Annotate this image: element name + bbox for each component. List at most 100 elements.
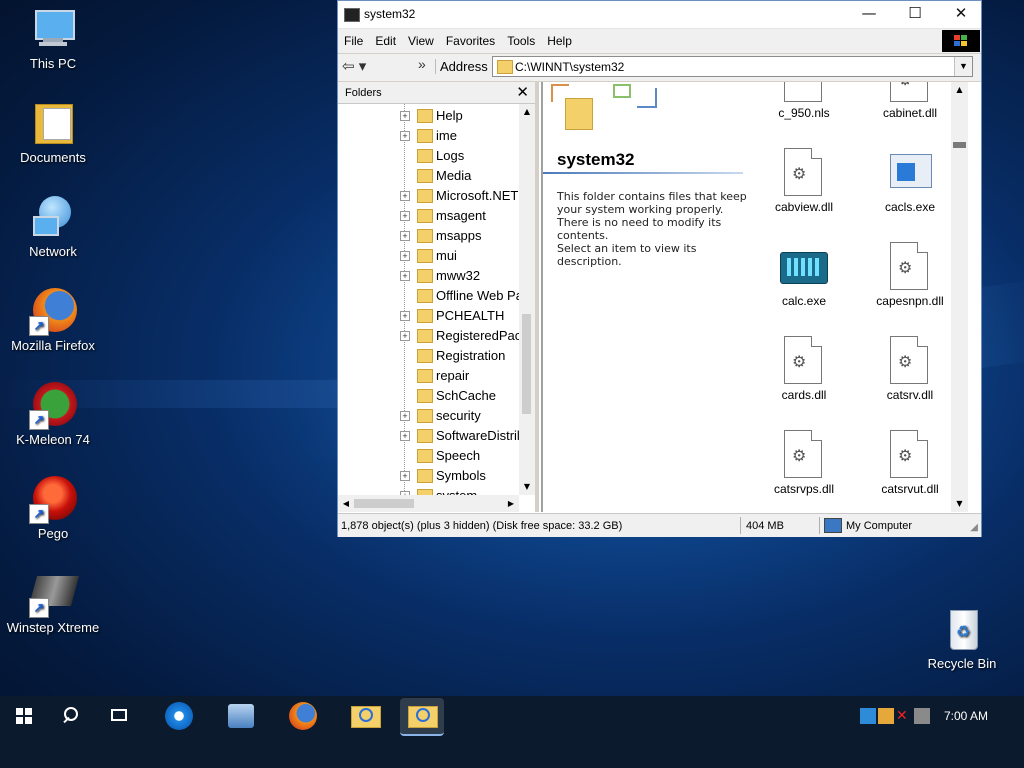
tree-item-label: mui (436, 248, 457, 263)
desktop-icon-label: Pego (37, 526, 69, 541)
taskbar-internet-explorer[interactable] (161, 700, 197, 732)
expand-icon[interactable]: + (400, 271, 410, 281)
file-item[interactable]: ⚙ cabinet.dll (855, 82, 965, 120)
desktop-icon-recycle-bin[interactable]: ♻ Recycle Bin (912, 606, 1012, 672)
taskbar-file-search[interactable] (347, 700, 383, 732)
folders-horizontal-scrollbar[interactable]: ◀ ▶ (338, 495, 519, 512)
tree-item[interactable]: + PCHEALTH (338, 306, 519, 326)
expand-icon[interactable]: + (400, 431, 410, 441)
folders-vertical-scrollbar[interactable]: ▲ ▼ (519, 104, 535, 495)
task-view-button[interactable] (96, 696, 144, 736)
expand-icon[interactable]: + (400, 251, 410, 261)
desktop-icon-k-meleon[interactable]: ↗ K-Meleon 74 (3, 382, 103, 448)
scrollbar-thumb[interactable] (953, 142, 966, 148)
minimize-button[interactable]: — (846, 1, 892, 27)
tree-item[interactable]: + mui (338, 246, 519, 266)
menu-tools[interactable]: Tools (501, 29, 541, 53)
tree-item[interactable]: +system (338, 486, 519, 495)
resize-grip-icon[interactable]: ◢ (970, 522, 978, 533)
tree-item[interactable]: Media (338, 166, 519, 186)
tree-item[interactable]: + SoftwareDistril (338, 426, 519, 446)
address-dropdown-button[interactable]: ▼ (954, 57, 972, 76)
file-item[interactable]: c_950.nls (749, 82, 859, 120)
tree-item[interactable]: repair (338, 366, 519, 386)
scroll-down-arrow-icon[interactable]: ▼ (951, 496, 968, 512)
tree-item[interactable]: SchCache (338, 386, 519, 406)
expand-icon[interactable]: + (400, 311, 410, 321)
tree-item[interactable]: + mww32 (338, 266, 519, 286)
file-item[interactable]: ⚙ cards.dll (749, 336, 859, 402)
tree-item[interactable]: + ime (338, 126, 519, 146)
desktop-icon-winstep[interactable]: ↗ Winstep Xtreme (3, 570, 103, 636)
file-item[interactable]: calc.exe (749, 242, 859, 308)
search-button[interactable] (48, 696, 96, 736)
expand-icon[interactable]: + (400, 211, 410, 221)
start-button[interactable] (0, 696, 48, 736)
file-item[interactable]: ⚙ cabview.dll (749, 148, 859, 214)
scroll-left-arrow-icon[interactable]: ◀ (338, 495, 354, 512)
desktop-icon-network[interactable]: Network (3, 194, 103, 260)
tree-item[interactable]: + msagent (338, 206, 519, 226)
menu-view[interactable]: View (402, 29, 440, 53)
scrollbar-thumb[interactable] (354, 499, 414, 508)
tree-item[interactable]: + Help (338, 106, 519, 126)
tree-item[interactable]: Offline Web Pa (338, 286, 519, 306)
tree-item[interactable]: + security (338, 406, 519, 426)
expand-icon[interactable]: + (400, 331, 410, 341)
menu-favorites[interactable]: Favorites (440, 29, 501, 53)
scroll-down-arrow-icon[interactable]: ▼ (519, 479, 535, 495)
maximize-button[interactable]: ☐ (892, 1, 938, 27)
menu-file[interactable]: File (338, 29, 369, 53)
tree-item[interactable]: Speech (338, 446, 519, 466)
scroll-right-arrow-icon[interactable]: ▶ (503, 495, 519, 512)
file-item[interactable]: cacls.exe (855, 148, 965, 214)
expand-icon[interactable]: + (400, 231, 410, 241)
winstep-taskbar-icon (228, 704, 254, 728)
back-button[interactable]: ⇦ ▾ (342, 58, 378, 76)
folder-icon (417, 249, 433, 263)
taskbar-file-search-active[interactable] (400, 698, 444, 736)
tree-item[interactable]: Registration (338, 346, 519, 366)
desktop-icon-firefox[interactable]: ↗ Mozilla Firefox (3, 288, 103, 354)
tree-item[interactable]: + RegisteredPac (338, 326, 519, 346)
explorer-window[interactable]: system32 — ☐ ✕ File Edit View Favorites Tool… (337, 0, 982, 537)
calculator-icon (780, 242, 828, 290)
tree-item[interactable]: + msapps (338, 226, 519, 246)
address-value[interactable]: C:\WINNT\system32 (515, 60, 624, 74)
file-item[interactable]: ⚙ catsrvps.dll (749, 430, 859, 496)
menu-edit[interactable]: Edit (369, 29, 402, 53)
expand-icon[interactable]: + (400, 411, 410, 421)
tray-app-icon[interactable] (878, 708, 894, 724)
tree-item[interactable]: + Symbols (338, 466, 519, 486)
content-vertical-scrollbar[interactable]: ▲ ▼ (951, 82, 968, 512)
menu-help[interactable]: Help (541, 29, 578, 53)
dll-icon: ⚙ (890, 430, 930, 478)
desktop-icon-this-pc[interactable]: This PC (3, 6, 103, 72)
tree-item[interactable]: + Microsoft.NET (338, 186, 519, 206)
scroll-up-arrow-icon[interactable]: ▲ (519, 104, 535, 120)
tray-speaker-icon[interactable] (914, 708, 930, 724)
expand-icon[interactable]: + (400, 191, 410, 201)
file-item[interactable]: ⚙ catsrvut.dll (855, 430, 965, 496)
documents-icon (29, 100, 77, 148)
file-item[interactable]: ⚙ catsrv.dll (855, 336, 965, 402)
tree-item[interactable]: Logs (338, 146, 519, 166)
file-item[interactable]: ⚙ capesnpn.dll (855, 242, 965, 308)
toolbar-chevron-icon[interactable]: » (418, 56, 426, 72)
scrollbar-thumb[interactable] (522, 314, 531, 414)
expand-icon[interactable]: + (400, 111, 410, 121)
desktop-icon-pego[interactable]: ↗ Pego (3, 476, 103, 542)
title-bar[interactable]: system32 — ☐ ✕ (338, 1, 981, 29)
desktop-icon-documents[interactable]: Documents (3, 100, 103, 166)
taskbar-firefox[interactable] (285, 700, 321, 732)
taskbar-clock[interactable]: 7:00 AM (944, 709, 988, 723)
expand-icon[interactable]: + (400, 471, 410, 481)
folders-pane-close-button[interactable]: ✕ (516, 83, 529, 101)
expand-icon[interactable]: + (400, 131, 410, 141)
tray-flag-icon[interactable]: ✕ (896, 708, 912, 724)
scroll-up-arrow-icon[interactable]: ▲ (951, 82, 968, 98)
address-field[interactable]: C:\WINNT\system32 ▼ (492, 56, 973, 77)
close-button[interactable]: ✕ (938, 1, 984, 27)
tray-network-icon[interactable] (860, 708, 876, 724)
taskbar-winstep[interactable] (223, 700, 259, 732)
